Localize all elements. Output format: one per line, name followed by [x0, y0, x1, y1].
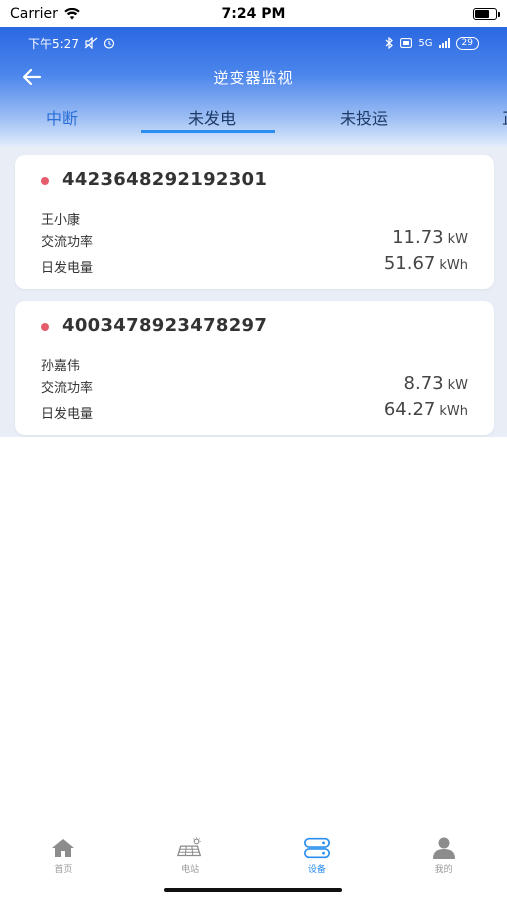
tab-interrupted[interactable]: 中断: [46, 105, 78, 129]
active-tab-indicator: [141, 130, 275, 133]
android-status-bar: 下午5:27 5G 29: [0, 27, 507, 59]
bottom-tab-me[interactable]: 我的: [380, 836, 507, 884]
page-title: 逆变器监视: [213, 68, 294, 87]
battery-icon: [473, 7, 500, 20]
mute-icon: [84, 37, 98, 49]
nav-bar: 逆变器监视: [0, 59, 507, 95]
device-serial: 4423648292192301: [62, 169, 268, 190]
alarm-icon: [103, 38, 115, 49]
daily-energy-label: 日发电量: [41, 407, 94, 422]
bottom-tab-label: 首页: [54, 865, 73, 875]
status-dot: [41, 177, 49, 185]
daily-energy-label: 日发电量: [41, 261, 94, 276]
device-owner: 王小康: [41, 213, 81, 228]
bluetooth-icon: [386, 37, 394, 49]
home-icon: [52, 839, 75, 857]
daily-energy-unit: kWh: [439, 404, 468, 419]
ac-power-value-group: 8.73 kW: [404, 373, 468, 394]
daily-energy-value-group: 51.67 kWh: [384, 253, 468, 274]
android-time: 下午5:27: [28, 36, 79, 51]
tab-not-commissioned[interactable]: 未投运: [340, 105, 388, 129]
ac-power-unit: kW: [447, 232, 468, 247]
header: 下午5:27 5G 29 逆变器监视 中断 未发电 未投运: [0, 27, 507, 147]
signal-icon: [438, 38, 450, 48]
ios-status-bar: Carrier 7:24 PM: [0, 0, 507, 27]
bottom-tab-label: 设备: [307, 865, 326, 875]
wifi-icon: [64, 7, 80, 19]
ac-power-label: 交流功率: [41, 235, 94, 250]
bottom-tab-label: 我的: [434, 865, 453, 875]
daily-energy-unit: kWh: [439, 258, 468, 273]
network-type: 5G: [418, 37, 433, 49]
device-card[interactable]: 4003478923478297 孙嘉伟 交流功率 日发电量 8.73 kW 64…: [15, 301, 494, 435]
device-card[interactable]: 4423648292192301 王小康 交流功率 日发电量 11.73 kW 5…: [15, 155, 494, 289]
bottom-tab-home[interactable]: 首页: [0, 836, 127, 884]
daily-energy-value-group: 64.27 kWh: [384, 399, 468, 420]
device-icon: [303, 837, 330, 859]
ac-power-value: 11.73: [392, 227, 444, 248]
device-list: 4423648292192301 王小康 交流功率 日发电量 11.73 kW 5…: [0, 147, 507, 437]
carrier-group: Carrier: [10, 6, 80, 22]
android-battery: 29: [455, 36, 479, 50]
bottom-tab-bar: 首页 电站 设备 我的: [0, 836, 507, 884]
ac-power-label: 交流功率: [41, 381, 94, 396]
user-icon: [432, 837, 455, 859]
back-button[interactable]: [18, 63, 46, 91]
solar-station-icon: [177, 837, 202, 857]
daily-energy-value: 64.27: [383, 399, 436, 420]
bottom-tab-station[interactable]: 电站: [127, 836, 254, 884]
tab-normal[interactable]: 正: [500, 105, 507, 129]
status-dot: [41, 323, 49, 331]
carrier-label: Carrier: [10, 5, 58, 22]
tab-not-generating[interactable]: 未发电: [188, 105, 236, 129]
ac-power-value-group: 11.73 kW: [392, 227, 468, 248]
nfc-icon: [400, 38, 413, 48]
bottom-tab-label: 电站: [181, 865, 200, 875]
ac-power-value: 8.73: [403, 373, 444, 394]
device-serial: 4003478923478297: [62, 315, 268, 336]
bottom-tab-device[interactable]: 设备: [254, 836, 381, 884]
daily-energy-value: 51.67: [383, 253, 436, 274]
arrow-left-icon: [22, 68, 42, 86]
device-owner: 孙嘉伟: [41, 359, 81, 374]
ac-power-unit: kW: [447, 378, 468, 393]
home-indicator: [164, 888, 342, 892]
